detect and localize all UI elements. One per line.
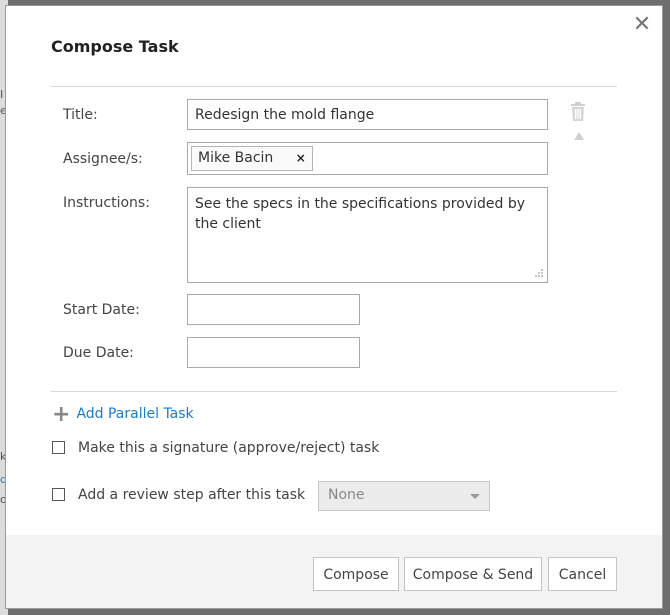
dialog-title: Compose Task — [51, 37, 179, 56]
compose-task-dialog: Compose Task ✕ Title: Assignee/s: Mike B… — [5, 5, 663, 609]
due-date-label: Due Date: — [63, 345, 134, 361]
review-step-select[interactable]: None — [318, 481, 490, 511]
compose-send-button[interactable]: Compose & Send — [404, 557, 542, 591]
cancel-button[interactable]: Cancel — [548, 557, 617, 591]
remove-assignee-icon[interactable]: × — [296, 151, 306, 165]
resize-grip-icon[interactable] — [533, 267, 543, 277]
divider-middle — [51, 391, 617, 392]
assignee-field[interactable]: Mike Bacin × — [187, 142, 548, 175]
start-date-label: Start Date: — [63, 302, 140, 318]
plus-icon: + — [52, 402, 71, 427]
add-parallel-task-label: Add Parallel Task — [76, 406, 194, 422]
assignee-chip-name: Mike Bacin — [198, 150, 274, 166]
review-step-row: Add a review step after this task — [52, 487, 305, 503]
review-step-select-value: None — [328, 487, 365, 503]
start-date-input[interactable] — [187, 294, 360, 325]
trash-icon[interactable] — [569, 102, 587, 122]
assignee-chip: Mike Bacin × — [191, 146, 313, 171]
signature-task-row: Make this a signature (approve/reject) t… — [52, 440, 379, 456]
review-step-checkbox[interactable] — [52, 488, 65, 501]
add-parallel-task-link[interactable]: + Add Parallel Task — [52, 402, 194, 427]
instructions-textarea[interactable]: See the specs in the specifications prov… — [187, 187, 548, 283]
close-icon[interactable]: ✕ — [632, 14, 652, 36]
compose-button[interactable]: Compose — [313, 557, 399, 591]
arrow-up-icon[interactable] — [574, 132, 584, 140]
title-input[interactable] — [187, 99, 548, 130]
signature-task-label: Make this a signature (approve/reject) t… — [78, 440, 380, 456]
signature-task-checkbox[interactable] — [52, 441, 65, 454]
assignee-label: Assignee/s: — [63, 151, 143, 167]
due-date-input[interactable] — [187, 337, 360, 368]
chevron-down-icon — [470, 494, 480, 499]
instructions-label: Instructions: — [63, 195, 150, 211]
review-step-label: Add a review step after this task — [78, 487, 306, 503]
divider-top — [51, 86, 617, 87]
title-label: Title: — [63, 107, 98, 123]
